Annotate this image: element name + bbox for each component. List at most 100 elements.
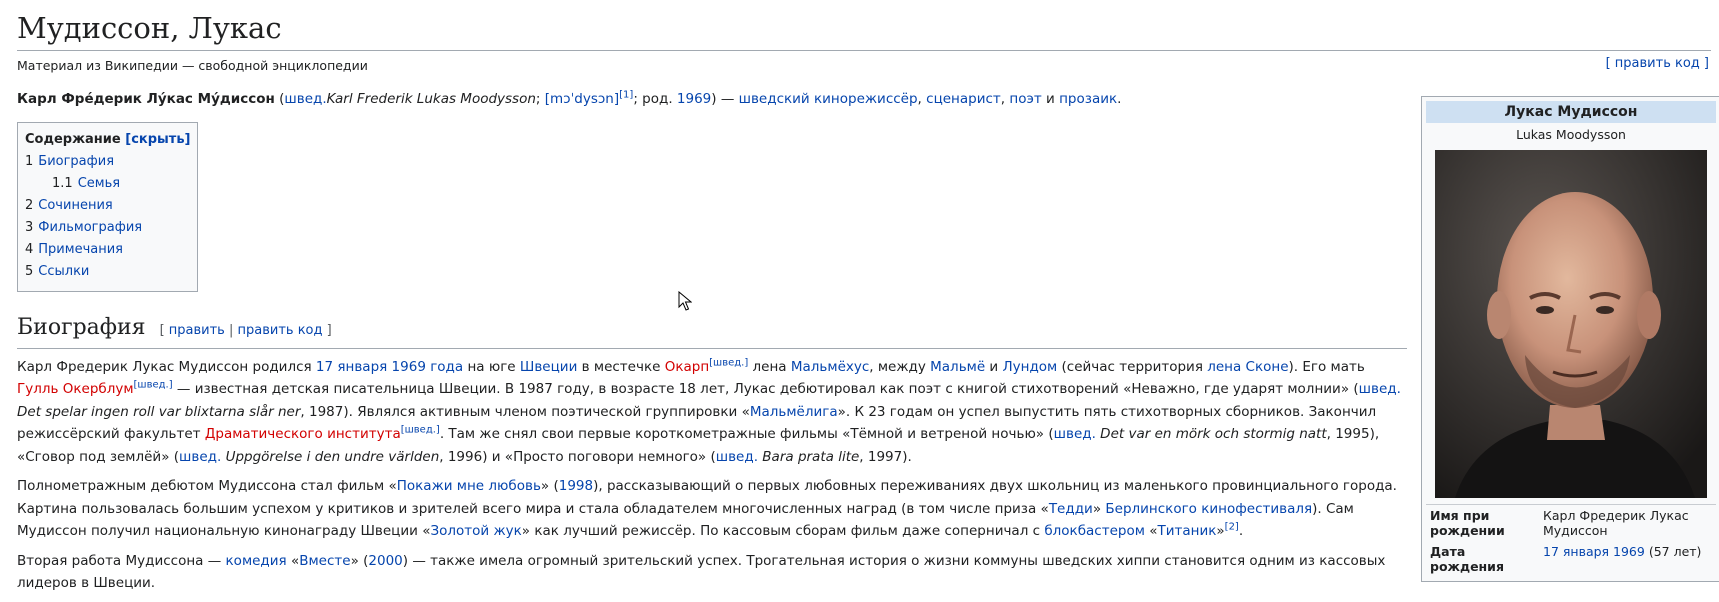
toc-title: Содержание xyxy=(25,131,121,147)
text: , 1996) и «Просто поговори немного» ( xyxy=(439,448,716,465)
toc-link[interactable]: Фильмография xyxy=(38,220,142,235)
subject-name: Карл Фре́дерик Лу́кас Му́диссон xyxy=(17,91,275,107)
infobox: Лукас Мудиссон Lukas Moodysson Имя при р… xyxy=(1421,96,1719,582)
link[interactable]: Швеции xyxy=(520,359,577,375)
link[interactable]: Титаник xyxy=(1157,523,1216,539)
link[interactable]: 1998 xyxy=(559,478,593,494)
toc-item-works[interactable]: 2 Сочинения xyxy=(25,195,190,217)
link[interactable]: Мальмёлига xyxy=(750,404,838,420)
toc-item-filmography[interactable]: 3 Фильмография xyxy=(25,217,190,239)
toc-link[interactable]: Семья xyxy=(78,176,120,191)
text: » xyxy=(1216,523,1225,539)
toc-link[interactable]: Примечания xyxy=(38,242,123,257)
toc-item-family[interactable]: 1.1 Семья xyxy=(25,173,190,195)
link[interactable]: швед. xyxy=(1054,426,1096,442)
text: ; род. xyxy=(633,91,677,107)
text: (сейчас территория xyxy=(1057,358,1208,375)
toc-num: 4 xyxy=(25,241,34,257)
text: « xyxy=(286,552,300,569)
link[interactable]: Покажи мне любовь xyxy=(397,478,541,494)
interwiki-link[interactable]: [швед.] xyxy=(401,425,440,436)
link[interactable]: Берлинского кинофестиваля xyxy=(1105,501,1312,517)
portrait-photo[interactable] xyxy=(1435,150,1707,498)
link[interactable]: 2000 xyxy=(368,553,402,569)
text: . xyxy=(1238,523,1244,539)
ipa-link[interactable]: [mɔˈdysɔn] xyxy=(545,91,619,107)
page-title: Мудиссон, Лукас xyxy=(17,8,1711,51)
link[interactable]: комедия xyxy=(226,553,287,569)
italic-title: Det spelar ingen roll var blixtarna slår… xyxy=(17,403,301,420)
ref-2[interactable]: [2] xyxy=(1225,522,1239,533)
portrait-image xyxy=(1435,150,1707,498)
text: и xyxy=(1041,91,1060,107)
toc-link[interactable]: Биография xyxy=(38,154,114,169)
text: лена xyxy=(748,358,791,375)
toc-link[interactable]: Ссылки xyxy=(38,264,89,279)
text: ( xyxy=(274,91,285,107)
edit-code-link[interactable]: [ править код ] xyxy=(1606,56,1709,71)
section-edit-code-button[interactable]: править код xyxy=(238,323,323,338)
link[interactable]: Мальмё xyxy=(930,359,985,375)
table-of-contents: Содержание [скрыть] 1 Биография 1.1 Семья … xyxy=(17,121,199,292)
text: Вторая работа Мудиссона — xyxy=(17,552,226,569)
link-occupation-writer[interactable]: сценарист xyxy=(926,91,1001,107)
red-link[interactable]: Гулль Окерблум xyxy=(17,381,134,397)
link-occupation-prose[interactable]: прозаик xyxy=(1059,91,1117,107)
toc-link[interactable]: Сочинения xyxy=(38,198,112,213)
text: , 1997). xyxy=(859,448,912,465)
bio-paragraph-2: Полнометражным дебютом Мудиссона стал фи… xyxy=(17,475,1407,543)
heading-text: Биография xyxy=(17,314,146,340)
age-text: (57 лет) xyxy=(1644,544,1702,559)
link[interactable]: Тедди xyxy=(1049,501,1093,517)
section-edit-button[interactable]: править xyxy=(169,323,225,338)
interwiki-link[interactable]: [швед.] xyxy=(709,357,748,368)
interwiki-link[interactable]: [швед.] xyxy=(134,380,173,391)
toc-toggle[interactable]: [скрыть] xyxy=(125,132,190,147)
toc-num: 1 xyxy=(25,153,34,169)
italic-title: Det var en mörk och stormig natt xyxy=(1095,426,1327,442)
red-link[interactable]: Драматического института xyxy=(205,426,401,442)
italic-title: Uppgörelse i den undre världen xyxy=(221,448,440,465)
text: и xyxy=(985,358,1003,375)
link[interactable]: блокбастером xyxy=(1044,523,1145,539)
link[interactable]: 17 января 1969 года xyxy=(316,359,463,375)
text: на юге xyxy=(463,358,520,375)
birth-date-link[interactable]: 17 января 1969 xyxy=(1543,544,1645,559)
link[interactable]: Вместе xyxy=(299,553,350,569)
red-link[interactable]: Окарп xyxy=(665,359,709,375)
infobox-value: Карл Фредерик Лукас Мудиссон xyxy=(1539,504,1716,541)
text: ). Его мать xyxy=(1288,358,1365,375)
toc-num: 5 xyxy=(25,263,34,279)
link[interactable]: Золотой жук xyxy=(430,523,521,539)
link[interactable]: Лундом xyxy=(1003,359,1058,375)
infobox-label: Имя при рождении xyxy=(1426,504,1539,541)
ref-1[interactable]: [1] xyxy=(619,90,633,101)
link-occupation-poet[interactable]: поэт xyxy=(1009,91,1041,107)
toc-item-biography[interactable]: 1 Биография xyxy=(25,151,190,173)
toc-item-links[interactable]: 5 Ссылки xyxy=(25,261,190,283)
text: в местечке xyxy=(577,358,665,375)
text: ) — xyxy=(711,91,739,107)
text: , 1987). Являлся активным членом поэтиче… xyxy=(300,403,750,420)
link-year[interactable]: 1969 xyxy=(677,91,711,107)
text: ; xyxy=(535,91,545,107)
link[interactable]: швед. xyxy=(1359,381,1401,397)
toc-num: 3 xyxy=(25,219,34,235)
link-occupation-director[interactable]: шведский кинорежиссёр xyxy=(739,91,918,107)
toc-item-notes[interactable]: 4 Примечания xyxy=(25,239,190,261)
infobox-value: 17 января 1969 (57 лет) xyxy=(1539,541,1716,577)
text: » ( xyxy=(350,552,369,569)
text: Полнометражным дебютом Мудиссона стал фи… xyxy=(17,478,397,494)
link-swedish-lang[interactable]: швед. xyxy=(284,91,326,107)
toc-header: Содержание [скрыть] xyxy=(25,129,190,151)
link[interactable]: швед. xyxy=(179,449,221,465)
mouse-pointer-icon xyxy=(678,291,692,311)
section-edit-links: [ править | править код ] xyxy=(160,323,332,338)
text: » ( xyxy=(540,478,559,494)
toc-num: 1.1 xyxy=(52,175,73,191)
link[interactable]: Мальмёхус xyxy=(791,359,869,375)
infobox-row-birth-date: Дата рождения 17 января 1969 (57 лет) xyxy=(1426,541,1716,577)
link[interactable]: швед. xyxy=(716,449,758,465)
link[interactable]: лена Сконе xyxy=(1207,359,1288,375)
infobox-label: Дата рождения xyxy=(1430,544,1504,574)
